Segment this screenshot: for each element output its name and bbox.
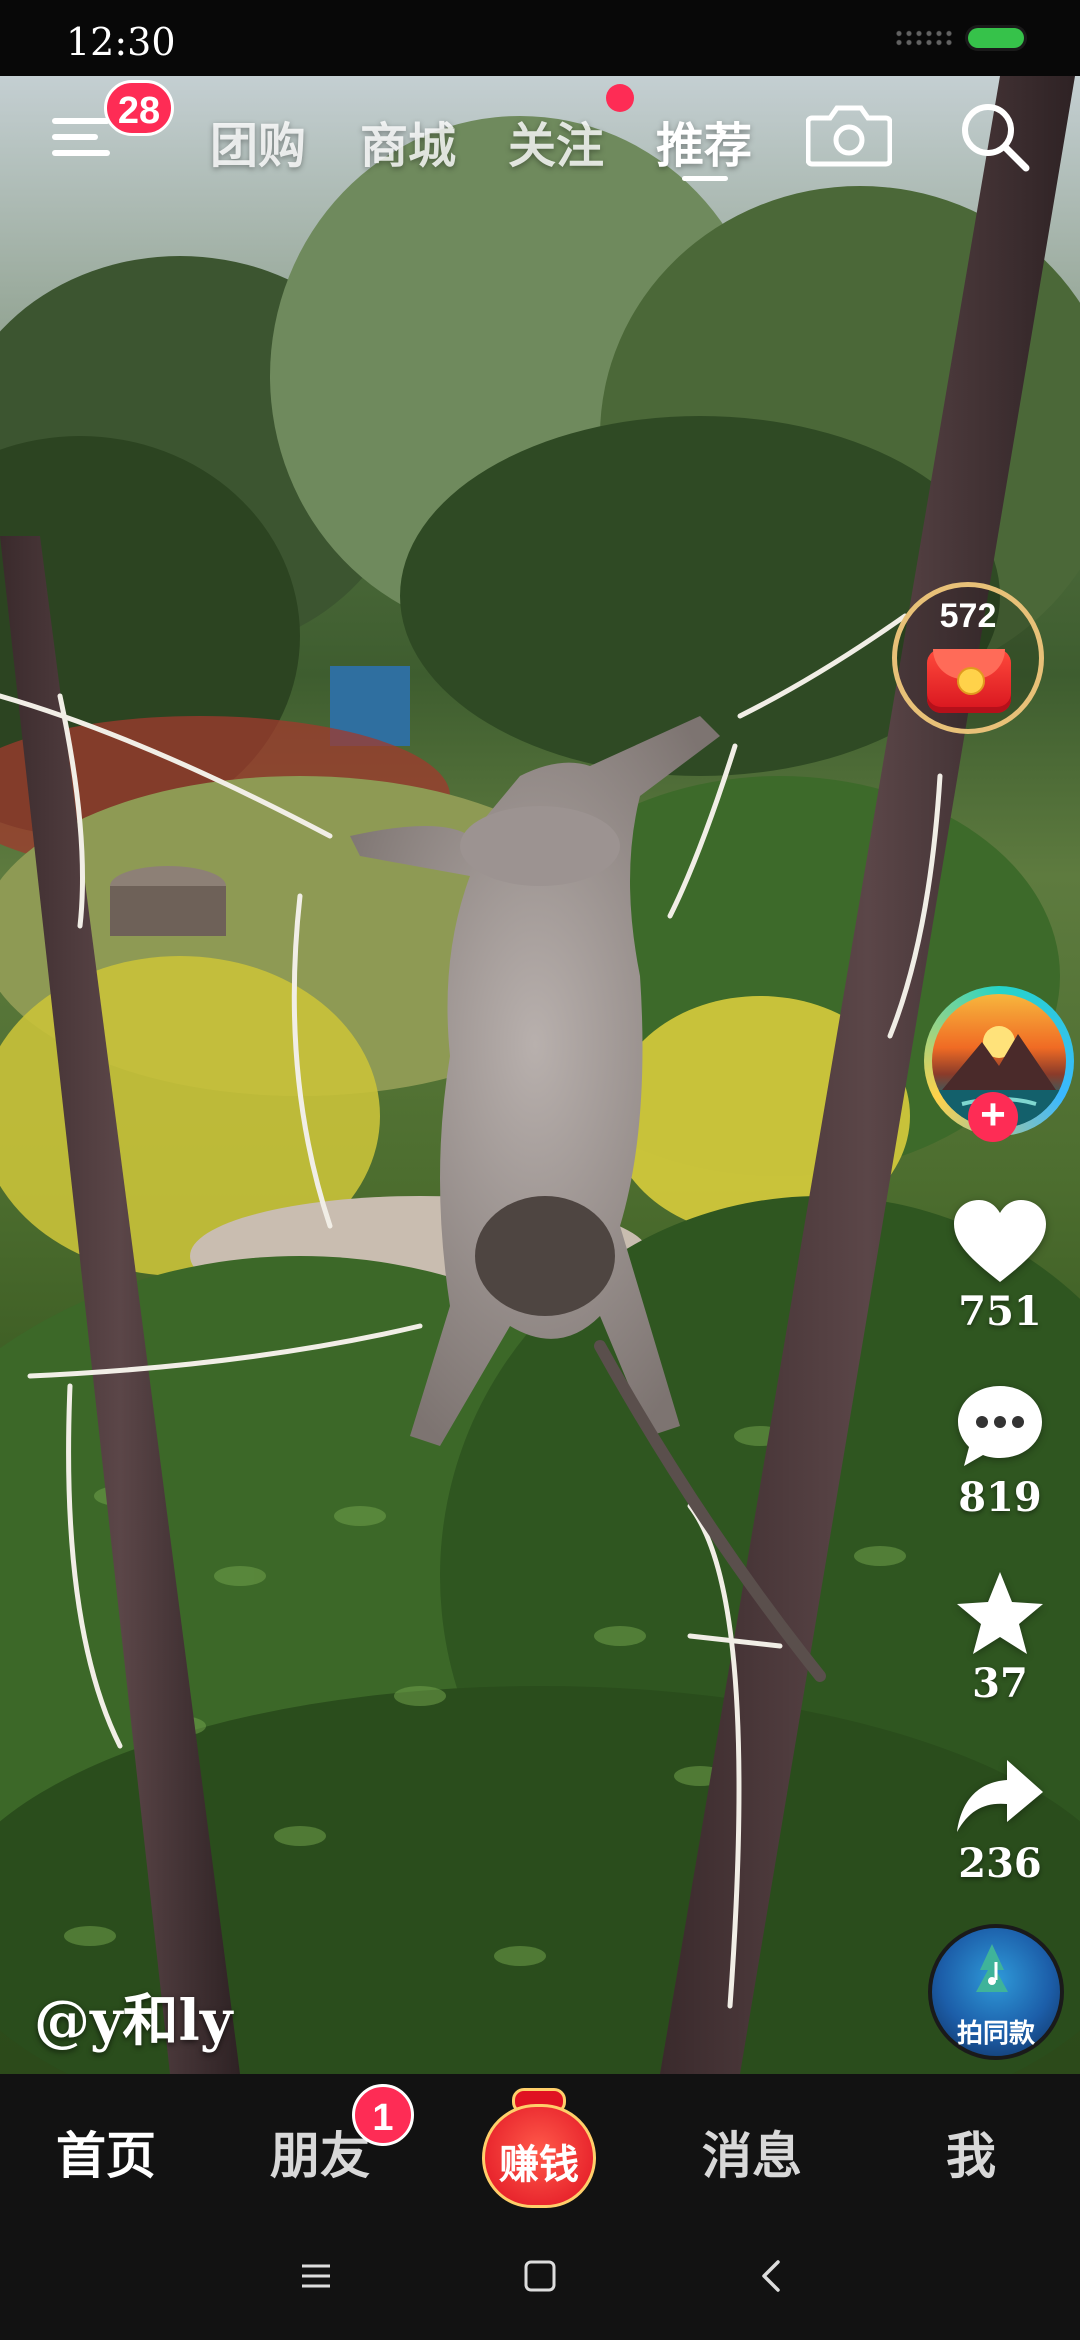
active-tab-indicator bbox=[682, 176, 728, 181]
menu-badge: 28 bbox=[104, 80, 174, 136]
tab-messages[interactable]: 消息 bbox=[702, 2116, 802, 2188]
heart-icon bbox=[954, 1200, 1046, 1282]
favorite-count: 37 bbox=[972, 1660, 1028, 1707]
video-player[interactable] bbox=[0, 76, 1080, 2074]
share-icon bbox=[957, 1760, 1043, 1832]
earn-label: 赚钱 bbox=[499, 2142, 579, 2188]
tab-mall[interactable]: 商城 bbox=[360, 106, 456, 176]
use-sound-label: 拍同款 bbox=[956, 2018, 1035, 2048]
earn-button[interactable]: 赚钱 bbox=[478, 2088, 600, 2210]
system-navigation-bar bbox=[0, 2224, 1080, 2340]
status-indicators bbox=[894, 28, 1024, 48]
favorite-button[interactable]: 37 bbox=[940, 1570, 1060, 1707]
bottom-tab-bar: 首页 朋友 1 赚钱 消息 我 bbox=[0, 2074, 1080, 2224]
tab-following[interactable]: 关注 bbox=[508, 106, 604, 176]
comment-button[interactable]: 819 bbox=[940, 1382, 1060, 1521]
status-time: 12:30 bbox=[66, 20, 176, 64]
following-dot-badge bbox=[606, 84, 634, 112]
menu-icon[interactable] bbox=[52, 112, 110, 162]
tab-recommended[interactable]: 推荐 bbox=[656, 106, 752, 176]
coin-reward-widget[interactable]: 572 bbox=[892, 582, 1044, 734]
video-frame bbox=[0, 76, 1080, 2074]
tab-group-buy[interactable]: 团购 bbox=[210, 106, 306, 176]
comment-count: 819 bbox=[958, 1474, 1042, 1521]
coin-count: 572 bbox=[939, 597, 997, 635]
signal-icon bbox=[894, 29, 954, 47]
music-note-icon bbox=[976, 1944, 1008, 1992]
follow-plus-button[interactable]: + bbox=[968, 1092, 1018, 1142]
like-count: 751 bbox=[958, 1288, 1042, 1335]
top-nav: 28 团购 商城 关注 推荐 bbox=[0, 76, 1080, 196]
tab-me[interactable]: 我 bbox=[946, 2116, 996, 2188]
red-envelope-icon bbox=[927, 649, 1011, 713]
share-count: 236 bbox=[958, 1840, 1042, 1887]
status-bar: 12:30 bbox=[0, 0, 1080, 76]
author-handle[interactable]: @y和ly bbox=[34, 1976, 232, 2057]
comment-icon bbox=[958, 1386, 1042, 1466]
recent-apps-icon[interactable] bbox=[298, 2258, 334, 2294]
home-icon[interactable] bbox=[522, 2258, 558, 2294]
camera-icon[interactable] bbox=[806, 102, 892, 168]
share-button[interactable]: 236 bbox=[940, 1756, 1060, 1887]
like-button[interactable]: 751 bbox=[940, 1198, 1060, 1335]
tab-home[interactable]: 首页 bbox=[56, 2116, 156, 2188]
use-sound-button[interactable]: 拍同款 bbox=[928, 1924, 1064, 2060]
friends-badge: 1 bbox=[352, 2084, 414, 2146]
star-icon bbox=[957, 1572, 1043, 1654]
search-icon[interactable] bbox=[956, 98, 1032, 174]
back-icon[interactable] bbox=[754, 2258, 790, 2294]
battery-icon bbox=[968, 28, 1024, 48]
